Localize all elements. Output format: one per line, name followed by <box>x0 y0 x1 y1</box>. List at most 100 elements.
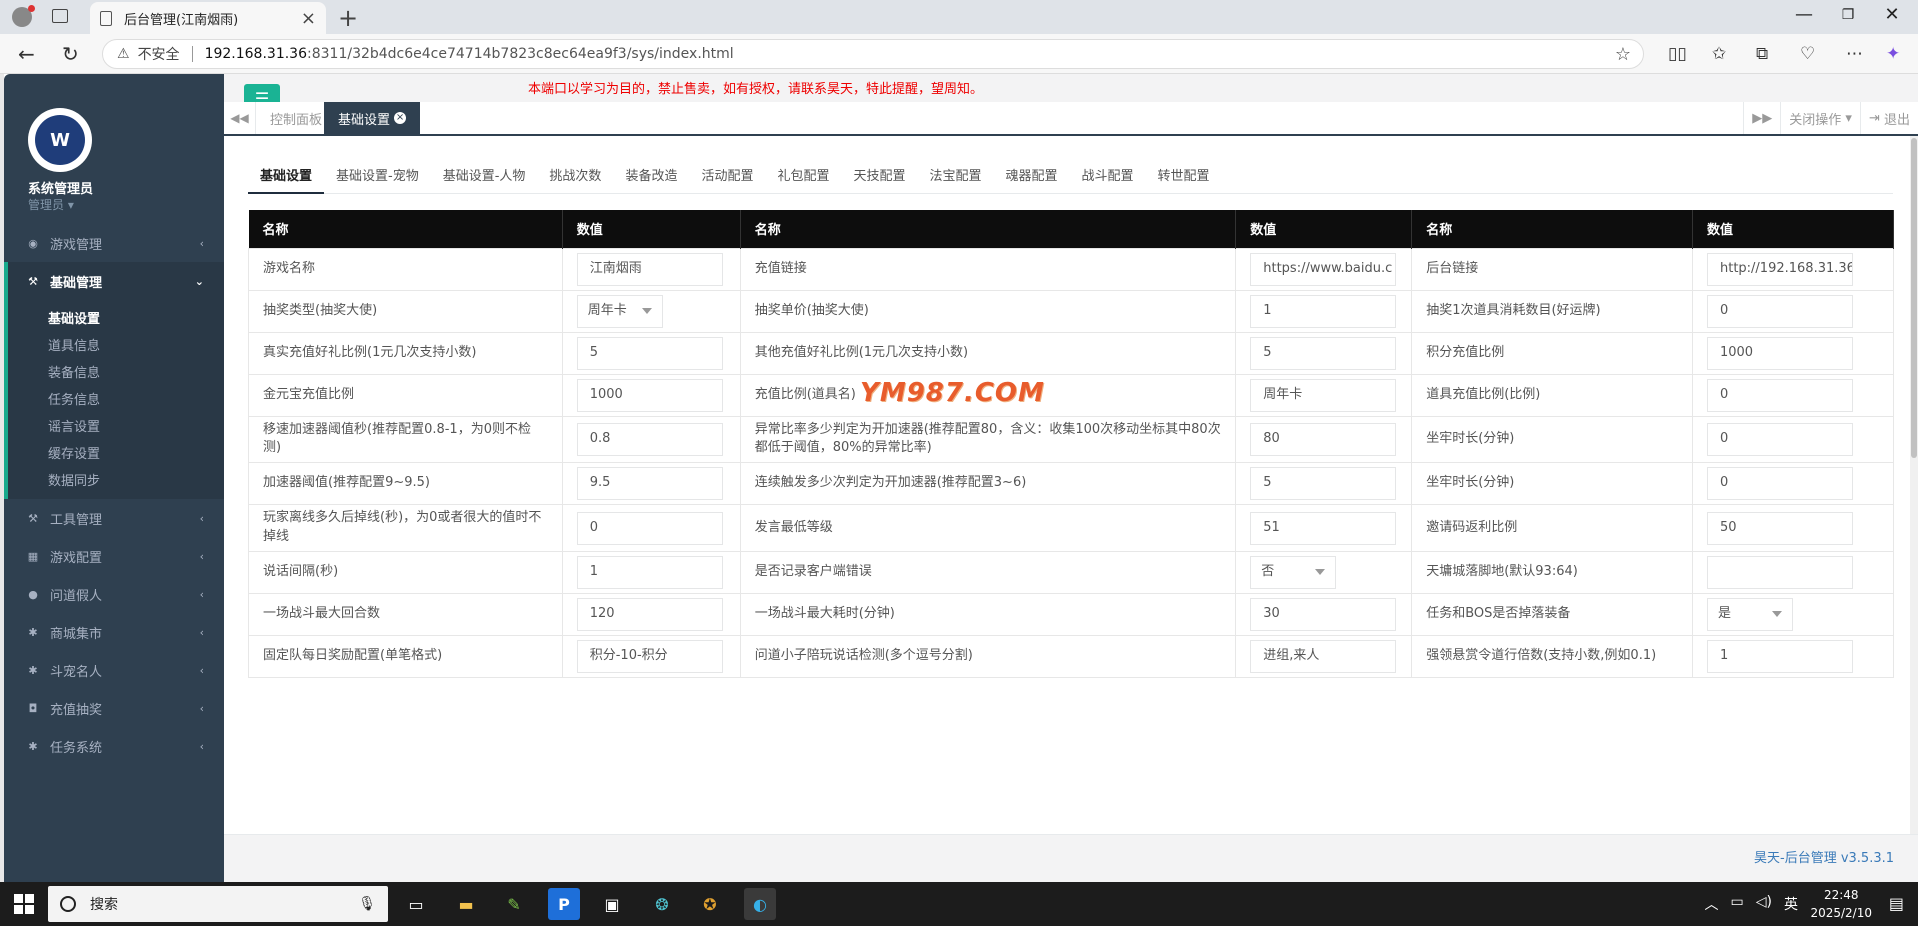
setting-input[interactable]: 江南烟雨 <box>576 252 723 286</box>
setting-input[interactable]: 30 <box>1250 597 1397 631</box>
setting-input[interactable]: https://www.baidu.c <box>1250 252 1397 286</box>
microphone-icon[interactable]: 🎙 <box>358 896 376 912</box>
close-tab-icon[interactable]: × <box>394 112 407 124</box>
game-launcher-icon[interactable]: ✪ <box>694 888 726 920</box>
subtab-skill[interactable]: 天技配置 <box>841 162 917 194</box>
submenu-item-equipment-info[interactable]: 装备信息 <box>8 358 224 385</box>
sidebar-item-bots[interactable]: ● 问道假人 ‹ <box>4 575 224 613</box>
submenu-item-task-info[interactable]: 任务信息 <box>8 385 224 412</box>
submenu-item-rumor-settings[interactable]: 谣言设置 <box>8 412 224 439</box>
insecure-label[interactable]: 不安全 <box>138 44 180 64</box>
sidebar-item-pets[interactable]: ✱ 斗宠名人 ‹ <box>4 651 224 689</box>
favorite-star-icon[interactable]: ☆ <box>1615 44 1631 65</box>
user-role-dropdown[interactable]: 管理员 ▾ <box>28 196 74 213</box>
url-bar[interactable]: ⚠ 不安全 192.168.31.36 :8311/32b4dc6e4ce747… <box>102 39 1644 69</box>
browser-essentials-icon[interactable]: ♡ <box>1800 44 1815 64</box>
submenu-item-basic-settings[interactable]: 基础设置 <box>8 304 224 331</box>
content-scrollbar[interactable] <box>1910 136 1918 834</box>
logout-button[interactable]: ⇥ 退出 <box>1859 102 1918 134</box>
setting-input[interactable]: 51 <box>1250 511 1397 545</box>
setting-input[interactable]: http://192.168.31.36 <box>1706 252 1853 286</box>
setting-select[interactable]: 周年卡 <box>576 294 663 328</box>
tab-basic-settings[interactable]: 基础设置 × <box>324 102 421 134</box>
subtab-treasure[interactable]: 法宝配置 <box>918 162 994 194</box>
submenu-item-data-sync[interactable]: 数据同步 <box>8 466 224 493</box>
setting-input[interactable]: 1 <box>1250 294 1397 328</box>
chevron-up-icon[interactable]: ︿ <box>1705 894 1719 914</box>
setting-input[interactable]: 5 <box>1250 336 1397 370</box>
setting-input[interactable]: 0 <box>1706 422 1853 456</box>
network-icon[interactable]: ▭ <box>1731 894 1744 914</box>
copilot-icon[interactable]: ✦ <box>1886 44 1900 64</box>
subtab-battle[interactable]: 战斗配置 <box>1070 162 1146 194</box>
submenu-item-item-info[interactable]: 道具信息 <box>8 331 224 358</box>
sidebar-item-tasks[interactable]: ✱ 任务系统 ‹ <box>4 727 224 765</box>
warning-icon[interactable]: ⚠ <box>117 46 130 62</box>
submenu-item-cache-settings[interactable]: 缓存设置 <box>8 439 224 466</box>
setting-input[interactable]: 0 <box>576 511 723 545</box>
favorites-icon[interactable]: ✩ <box>1712 44 1726 64</box>
close-tab-icon[interactable]: × <box>301 8 316 29</box>
setting-input[interactable]: 进组,来人 <box>1250 639 1397 673</box>
task-view-icon[interactable]: ▭ <box>400 888 432 920</box>
minimize-icon[interactable]: — <box>1784 4 1824 25</box>
close-window-icon[interactable]: ✕ <box>1872 4 1912 25</box>
setting-input[interactable]: 80 <box>1250 422 1397 456</box>
subtab-gift[interactable]: 礼包配置 <box>765 162 841 194</box>
close-ops-dropdown[interactable]: 关闭操作 ▾ <box>1780 102 1860 134</box>
setting-input[interactable]: 1000 <box>1706 336 1853 370</box>
reload-icon[interactable]: ↻ <box>62 42 79 66</box>
tabs-scroll-left-icon[interactable]: ◀◀ <box>224 102 256 134</box>
subtab-equip-mod[interactable]: 装备改造 <box>613 162 689 194</box>
split-screen-icon[interactable]: ▯▯ <box>1668 44 1687 64</box>
setting-input[interactable]: 5 <box>576 336 723 370</box>
tab-actions-icon[interactable] <box>52 9 68 23</box>
game-client-icon[interactable]: ❂ <box>646 888 678 920</box>
setting-input[interactable]: 积分-10-积分 <box>576 639 723 673</box>
setting-input[interactable]: 120 <box>576 597 723 631</box>
ime-indicator[interactable]: 英 <box>1784 894 1798 914</box>
notifications-icon[interactable]: ▤ <box>1889 894 1904 913</box>
collections-icon[interactable]: ⧉ <box>1756 44 1768 64</box>
setting-select[interactable]: 否 <box>1250 555 1337 589</box>
subtab-basic[interactable]: 基础设置 <box>248 162 325 194</box>
sidebar-item-basic-management[interactable]: ⚒ 基础管理 ⌄ <box>4 262 224 300</box>
sidebar-item-mall[interactable]: ✱ 商城集市 ‹ <box>4 613 224 651</box>
tabs-scroll-right-icon[interactable]: ▶▶ <box>1743 102 1780 134</box>
subtab-activity[interactable]: 活动配置 <box>689 162 765 194</box>
setting-input[interactable]: 1 <box>1706 639 1853 673</box>
setting-input[interactable]: 0 <box>1706 294 1853 328</box>
setting-input[interactable]: 50 <box>1706 511 1853 545</box>
file-explorer-icon[interactable]: ▬ <box>450 888 482 920</box>
setting-input[interactable]: 0 <box>1706 467 1853 501</box>
subtab-pet[interactable]: 基础设置-宠物 <box>324 162 431 194</box>
subtab-challenge[interactable]: 挑战次数 <box>537 162 613 194</box>
setting-input[interactable]: 1 <box>576 555 723 589</box>
setting-input[interactable]: 周年卡 <box>1250 378 1397 412</box>
p-app-icon[interactable]: P <box>548 888 580 920</box>
edge-browser-icon[interactable]: ◐ <box>744 888 776 920</box>
setting-input[interactable]: 0.8 <box>576 422 723 456</box>
setting-input[interactable]: 5 <box>1250 467 1397 501</box>
sidebar-item-game-config[interactable]: ▦ 游戏配置 ‹ <box>4 537 224 575</box>
sidebar-item-game-management[interactable]: ◉ 游戏管理 ‹ <box>4 224 224 262</box>
back-icon[interactable]: ← <box>18 42 35 66</box>
notepad-icon[interactable]: ✎ <box>498 888 530 920</box>
profile-icon[interactable] <box>12 5 35 27</box>
setting-input[interactable]: 9.5 <box>576 467 723 501</box>
taskbar-search[interactable]: 搜索 🎙 <box>48 886 388 922</box>
browser-tab-active[interactable]: 后台管理(江南烟雨) × <box>90 2 326 34</box>
sidebar-item-recharge[interactable]: ◘ 充值抽奖 ‹ <box>4 689 224 727</box>
setting-input[interactable]: 1000 <box>576 378 723 412</box>
volume-icon[interactable]: ◁) <box>1756 894 1772 914</box>
new-tab-icon[interactable]: + <box>338 4 358 32</box>
setting-select[interactable]: 是 <box>1706 597 1793 631</box>
subtab-rebirth[interactable]: 转世配置 <box>1146 162 1222 194</box>
setting-input[interactable]: 0 <box>1706 378 1853 412</box>
restore-icon[interactable]: ❐ <box>1828 7 1868 23</box>
scroll-thumb[interactable] <box>1911 138 1917 458</box>
more-menu-icon[interactable]: ⋯ <box>1846 44 1863 64</box>
start-button[interactable] <box>14 894 34 914</box>
avatar[interactable]: W <box>28 108 92 172</box>
subtab-character[interactable]: 基础设置-人物 <box>431 162 538 194</box>
